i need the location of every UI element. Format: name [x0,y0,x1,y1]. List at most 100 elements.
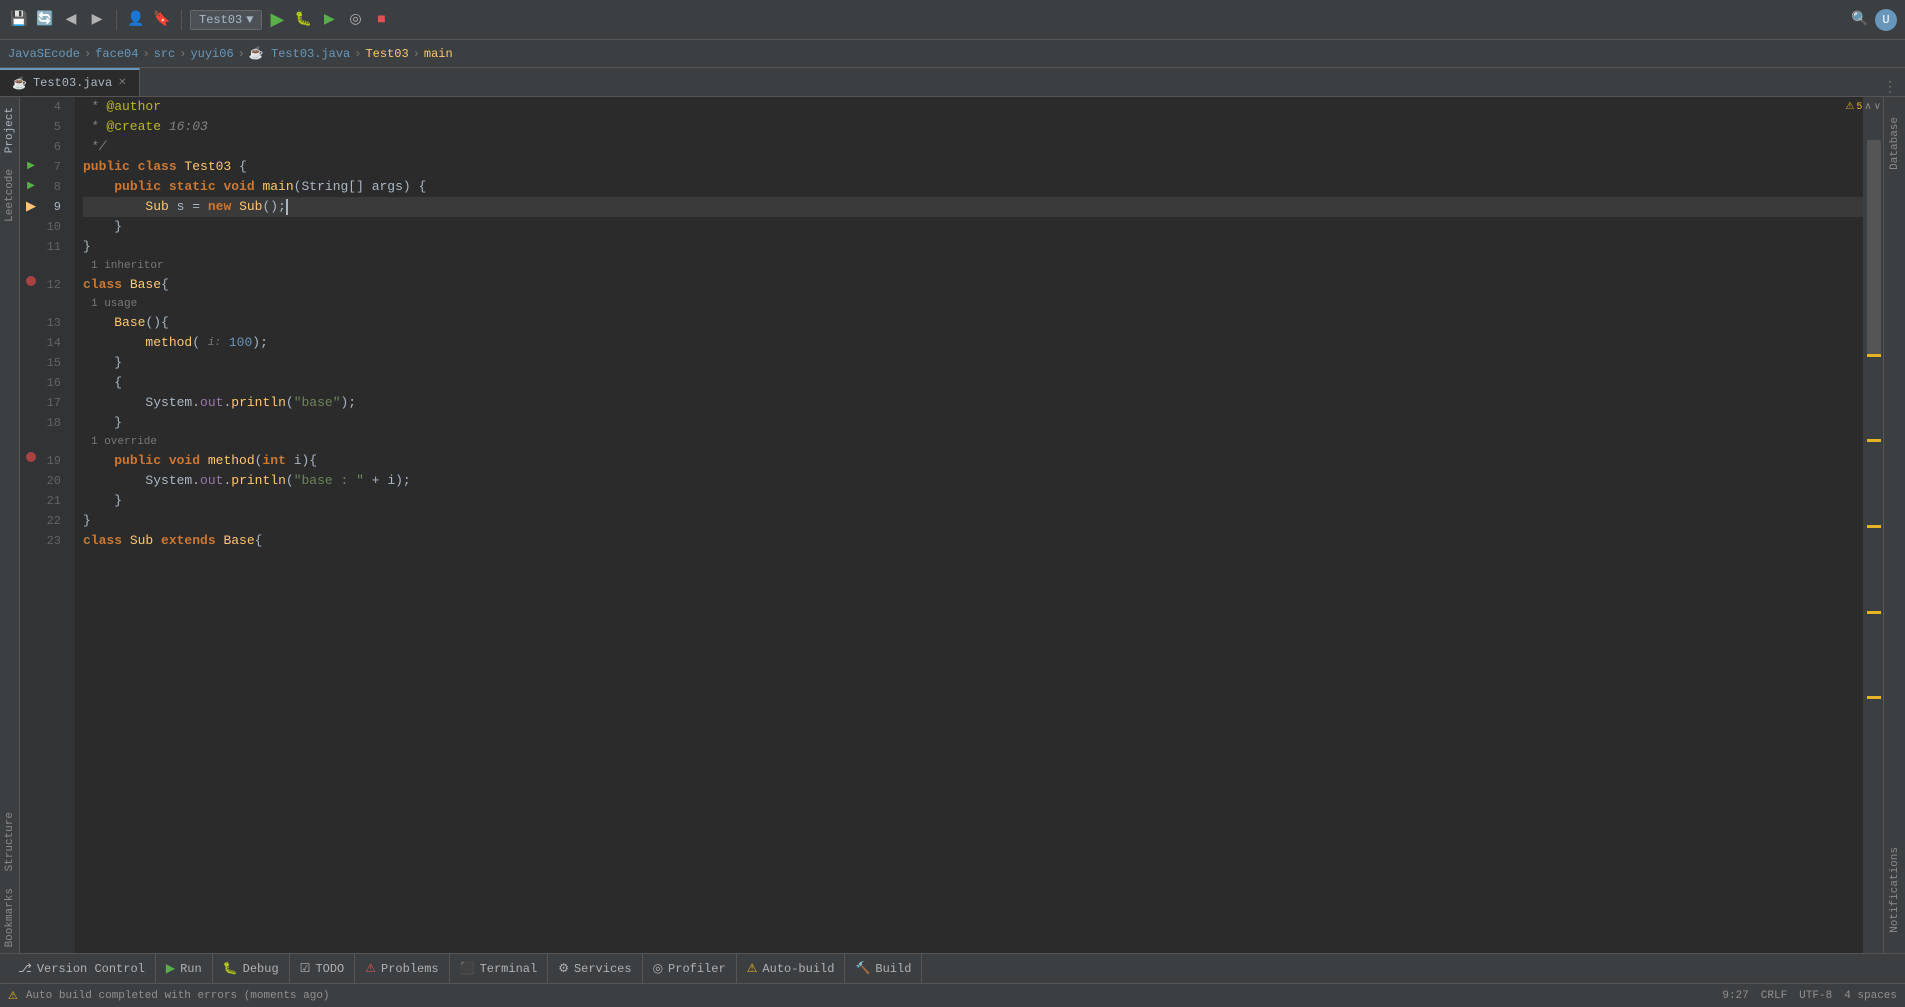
breadcrumb-method[interactable]: main [424,47,453,61]
breakpoint-12[interactable] [25,275,37,295]
sidebar-bookmarks[interactable]: Bookmarks [2,882,18,953]
code-line-8: public static void main(String[] args) { [83,177,1863,197]
sidebar-project[interactable]: Project [2,101,18,159]
tool-services[interactable]: ⚙ Services [548,954,642,984]
editor-area[interactable]: 4 5 6 ▶ 7 ▶ 8 ▶ [20,97,1883,953]
status-line-col[interactable]: 9:27 [1722,990,1748,1002]
status-warning-icon: ⚠ [8,989,18,1003]
breakpoint-19[interactable] [25,451,37,471]
run-button[interactable]: ▶ [266,9,288,31]
services-icon: ⚙ [558,961,569,976]
line-22: 22 [20,511,67,531]
right-sidebar: Database Notifications [1883,97,1905,953]
tab-test03[interactable]: ☕ Test03.java ✕ [0,68,140,96]
collapse-icon[interactable]: ∨ [1874,101,1881,113]
code-line-10: } [83,217,1863,237]
tool-autobuild[interactable]: ⚠ Auto-build [737,954,846,984]
tool-build[interactable]: 🔨 Build [845,954,922,984]
code-line-22: } [83,511,1863,531]
line-20: 20 [20,471,67,491]
line-12: 12 [20,275,67,295]
scrollbar-area: ⚠ 5 ∧ ∨ [1863,97,1883,953]
sidebar-leetcode[interactable]: Leetcode [2,163,18,228]
coverage-button[interactable]: ▶ [318,9,340,31]
tool-debug[interactable]: 🐛 Debug [213,954,290,984]
expand-icon[interactable]: ∧ [1864,101,1871,113]
code-line-13: Base(){ [83,313,1863,333]
code-line-9: Sub s = new Sub(); [83,197,1863,217]
status-message: Auto build completed with errors (moment… [26,990,330,1002]
breadcrumb-file[interactable]: ☕ Test03.java [249,46,350,61]
code-line-6: */ [83,137,1863,157]
settings-icon[interactable]: U [1875,9,1897,31]
problems-icon: ⚠ [365,961,376,976]
tool-profiler[interactable]: ◎ Profiler [643,954,737,984]
tab-overflow-button[interactable]: ⋮ [1875,79,1905,96]
breadcrumb: JavaSEcode › face04 › src › yuyi06 › ☕ T… [0,40,1905,68]
autobuild-icon: ⚠ [747,961,758,976]
breadcrumb-face04[interactable]: face04 [95,47,138,61]
line-10: 10 [20,217,67,237]
save-icon[interactable]: 💾 [8,9,30,31]
warning-stripe-3 [1867,525,1881,528]
gutter-9: ▶ [25,197,37,217]
line-8: ▶ 8 [20,177,67,197]
code-content[interactable]: * @author * @create 16:03 */ public clas… [75,97,1863,953]
lens-override-text[interactable]: 1 override [83,433,1863,451]
todo-icon: ☑ [300,961,311,976]
lens-usage-text[interactable]: 1 usage [83,295,1863,313]
tab-close-button[interactable]: ✕ [118,77,126,89]
tool-version-control[interactable]: ⎇ Version Control [8,954,156,984]
back-icon[interactable]: ◀ [60,9,82,31]
run-gutter-7[interactable]: ▶ [25,157,37,177]
panel-notifications[interactable]: Notifications [1886,837,1904,943]
stop-button[interactable]: ■ [370,9,392,31]
tool-terminal[interactable]: ⬛ Terminal [450,954,549,984]
code-line-18: } [83,413,1863,433]
warning-count: 5 [1856,102,1862,113]
forward-icon[interactable]: ▶ [86,9,108,31]
main-toolbar: 💾 🔄 ◀ ▶ 👤 🔖 Test03 ▼ ▶ 🐛 ▶ ◎ ■ 🔍 U [0,0,1905,40]
breadcrumb-package[interactable]: yuyi06 [190,47,233,61]
scrollbar-thumb[interactable] [1867,140,1881,354]
tool-problems[interactable]: ⚠ Problems [355,954,449,984]
line-numbers: 4 5 6 ▶ 7 ▶ 8 ▶ [20,97,75,953]
code-line-4: * @author [83,97,1863,117]
panel-database[interactable]: Database [1886,107,1904,180]
status-encoding[interactable]: UTF-8 [1799,990,1832,1002]
config-dropdown[interactable]: Test03 ▼ [190,10,262,30]
profile-button[interactable]: ◎ [344,9,366,31]
code-line-12: class Base{ [83,275,1863,295]
lens-override [20,433,67,451]
tool-problems-label: Problems [381,962,439,976]
run-gutter-8[interactable]: ▶ [25,177,37,197]
breadcrumb-src[interactable]: src [154,47,176,61]
bookmark-icon[interactable]: 🔖 [151,9,173,31]
user-icon[interactable]: 👤 [125,9,147,31]
main-layout: Project Leetcode Structure Bookmarks 4 5… [0,97,1905,953]
sidebar-structure[interactable]: Structure [2,806,18,877]
tool-run[interactable]: ▶ Run [156,954,213,984]
status-bar: ⚠ Auto build completed with errors (mome… [0,983,1905,1007]
run-tool-icon: ▶ [166,961,175,976]
breadcrumb-class[interactable]: Test03 [365,47,408,61]
status-indent[interactable]: 4 spaces [1844,990,1897,1002]
debug-tool-icon: 🐛 [223,961,238,976]
sep2 [181,10,182,30]
breadcrumb-project[interactable]: JavaSEcode [8,47,80,61]
tool-autobuild-label: Auto-build [762,962,834,976]
lens-inheritor [20,257,67,275]
lens-inheritor-text[interactable]: 1 inheritor [83,257,1863,275]
line-6: 6 [20,137,67,157]
java-icon: ☕ [12,76,27,91]
status-crlf[interactable]: CRLF [1761,990,1787,1002]
sync-icon[interactable]: 🔄 [34,9,56,31]
tool-todo-label: TODO [315,962,344,976]
code-line-16: { [83,373,1863,393]
debug-button[interactable]: 🐛 [292,9,314,31]
tool-todo[interactable]: ☑ TODO [290,954,356,984]
code-line-14: method( i: 100); [83,333,1863,353]
line-16: 16 [20,373,67,393]
warning-stripe-1 [1867,354,1881,357]
search-everywhere-icon[interactable]: 🔍 [1849,9,1871,31]
